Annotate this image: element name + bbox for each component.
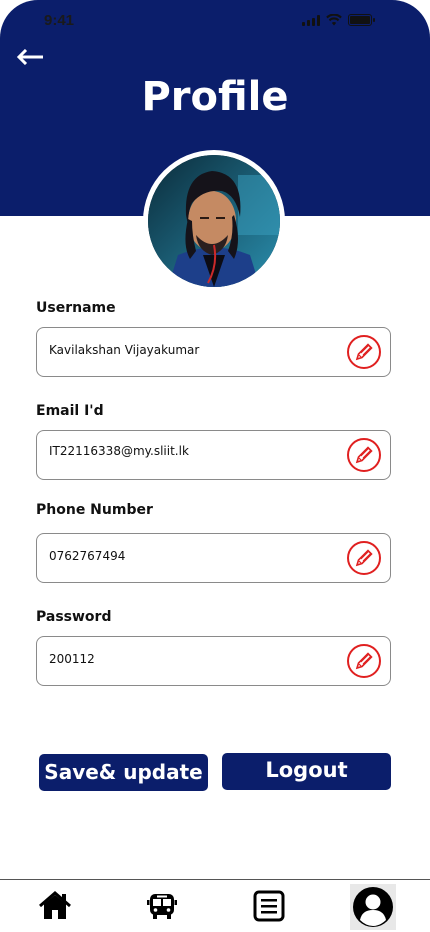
logout-button[interactable]: Logout: [222, 753, 391, 790]
pencil-icon: [355, 549, 373, 567]
phone-label: Phone Number: [36, 502, 153, 518]
status-time: 9:41: [44, 12, 75, 29]
user-icon: [353, 887, 393, 927]
email-field[interactable]: IT22116338@my.sliit.lk: [36, 430, 391, 480]
bus-icon: [147, 894, 177, 919]
back-button[interactable]: [16, 44, 50, 70]
phone-value[interactable]: 0762767494: [49, 549, 329, 563]
nav-bus[interactable]: [142, 886, 182, 926]
list-icon: [253, 890, 285, 922]
username-label: Username: [36, 300, 116, 316]
edit-phone-button[interactable]: [347, 541, 381, 575]
profile-photo: [148, 155, 280, 287]
username-field[interactable]: Kavilakshan Vijayakumar: [36, 327, 391, 377]
home-icon: [39, 891, 71, 919]
edit-email-button[interactable]: [347, 438, 381, 472]
pencil-icon: [355, 652, 373, 670]
password-value[interactable]: 200112: [49, 652, 329, 666]
username-value[interactable]: Kavilakshan Vijayakumar: [49, 343, 329, 357]
signal-icon: [302, 14, 320, 26]
email-value[interactable]: IT22116338@my.sliit.lk: [49, 444, 329, 458]
bottom-nav: [0, 879, 430, 932]
password-field[interactable]: 200112: [36, 636, 391, 686]
nav-list[interactable]: [249, 886, 289, 926]
email-label: Email I'd: [36, 403, 104, 419]
save-update-button[interactable]: Save& update: [39, 754, 208, 791]
pencil-icon: [355, 343, 373, 361]
phone-field[interactable]: 0762767494: [36, 533, 391, 583]
nav-home[interactable]: [35, 886, 75, 926]
arrow-left-icon: [16, 49, 43, 65]
status-icons: [302, 14, 375, 26]
password-label: Password: [36, 609, 112, 625]
wifi-icon: [326, 14, 342, 26]
edit-username-button[interactable]: [347, 335, 381, 369]
edit-password-button[interactable]: [347, 644, 381, 678]
avatar[interactable]: [143, 150, 285, 292]
battery-icon: [348, 14, 375, 26]
page-title: Profile: [141, 74, 289, 120]
nav-profile[interactable]: [352, 886, 394, 928]
pencil-icon: [355, 446, 373, 464]
status-bar: 9:41: [0, 0, 430, 44]
